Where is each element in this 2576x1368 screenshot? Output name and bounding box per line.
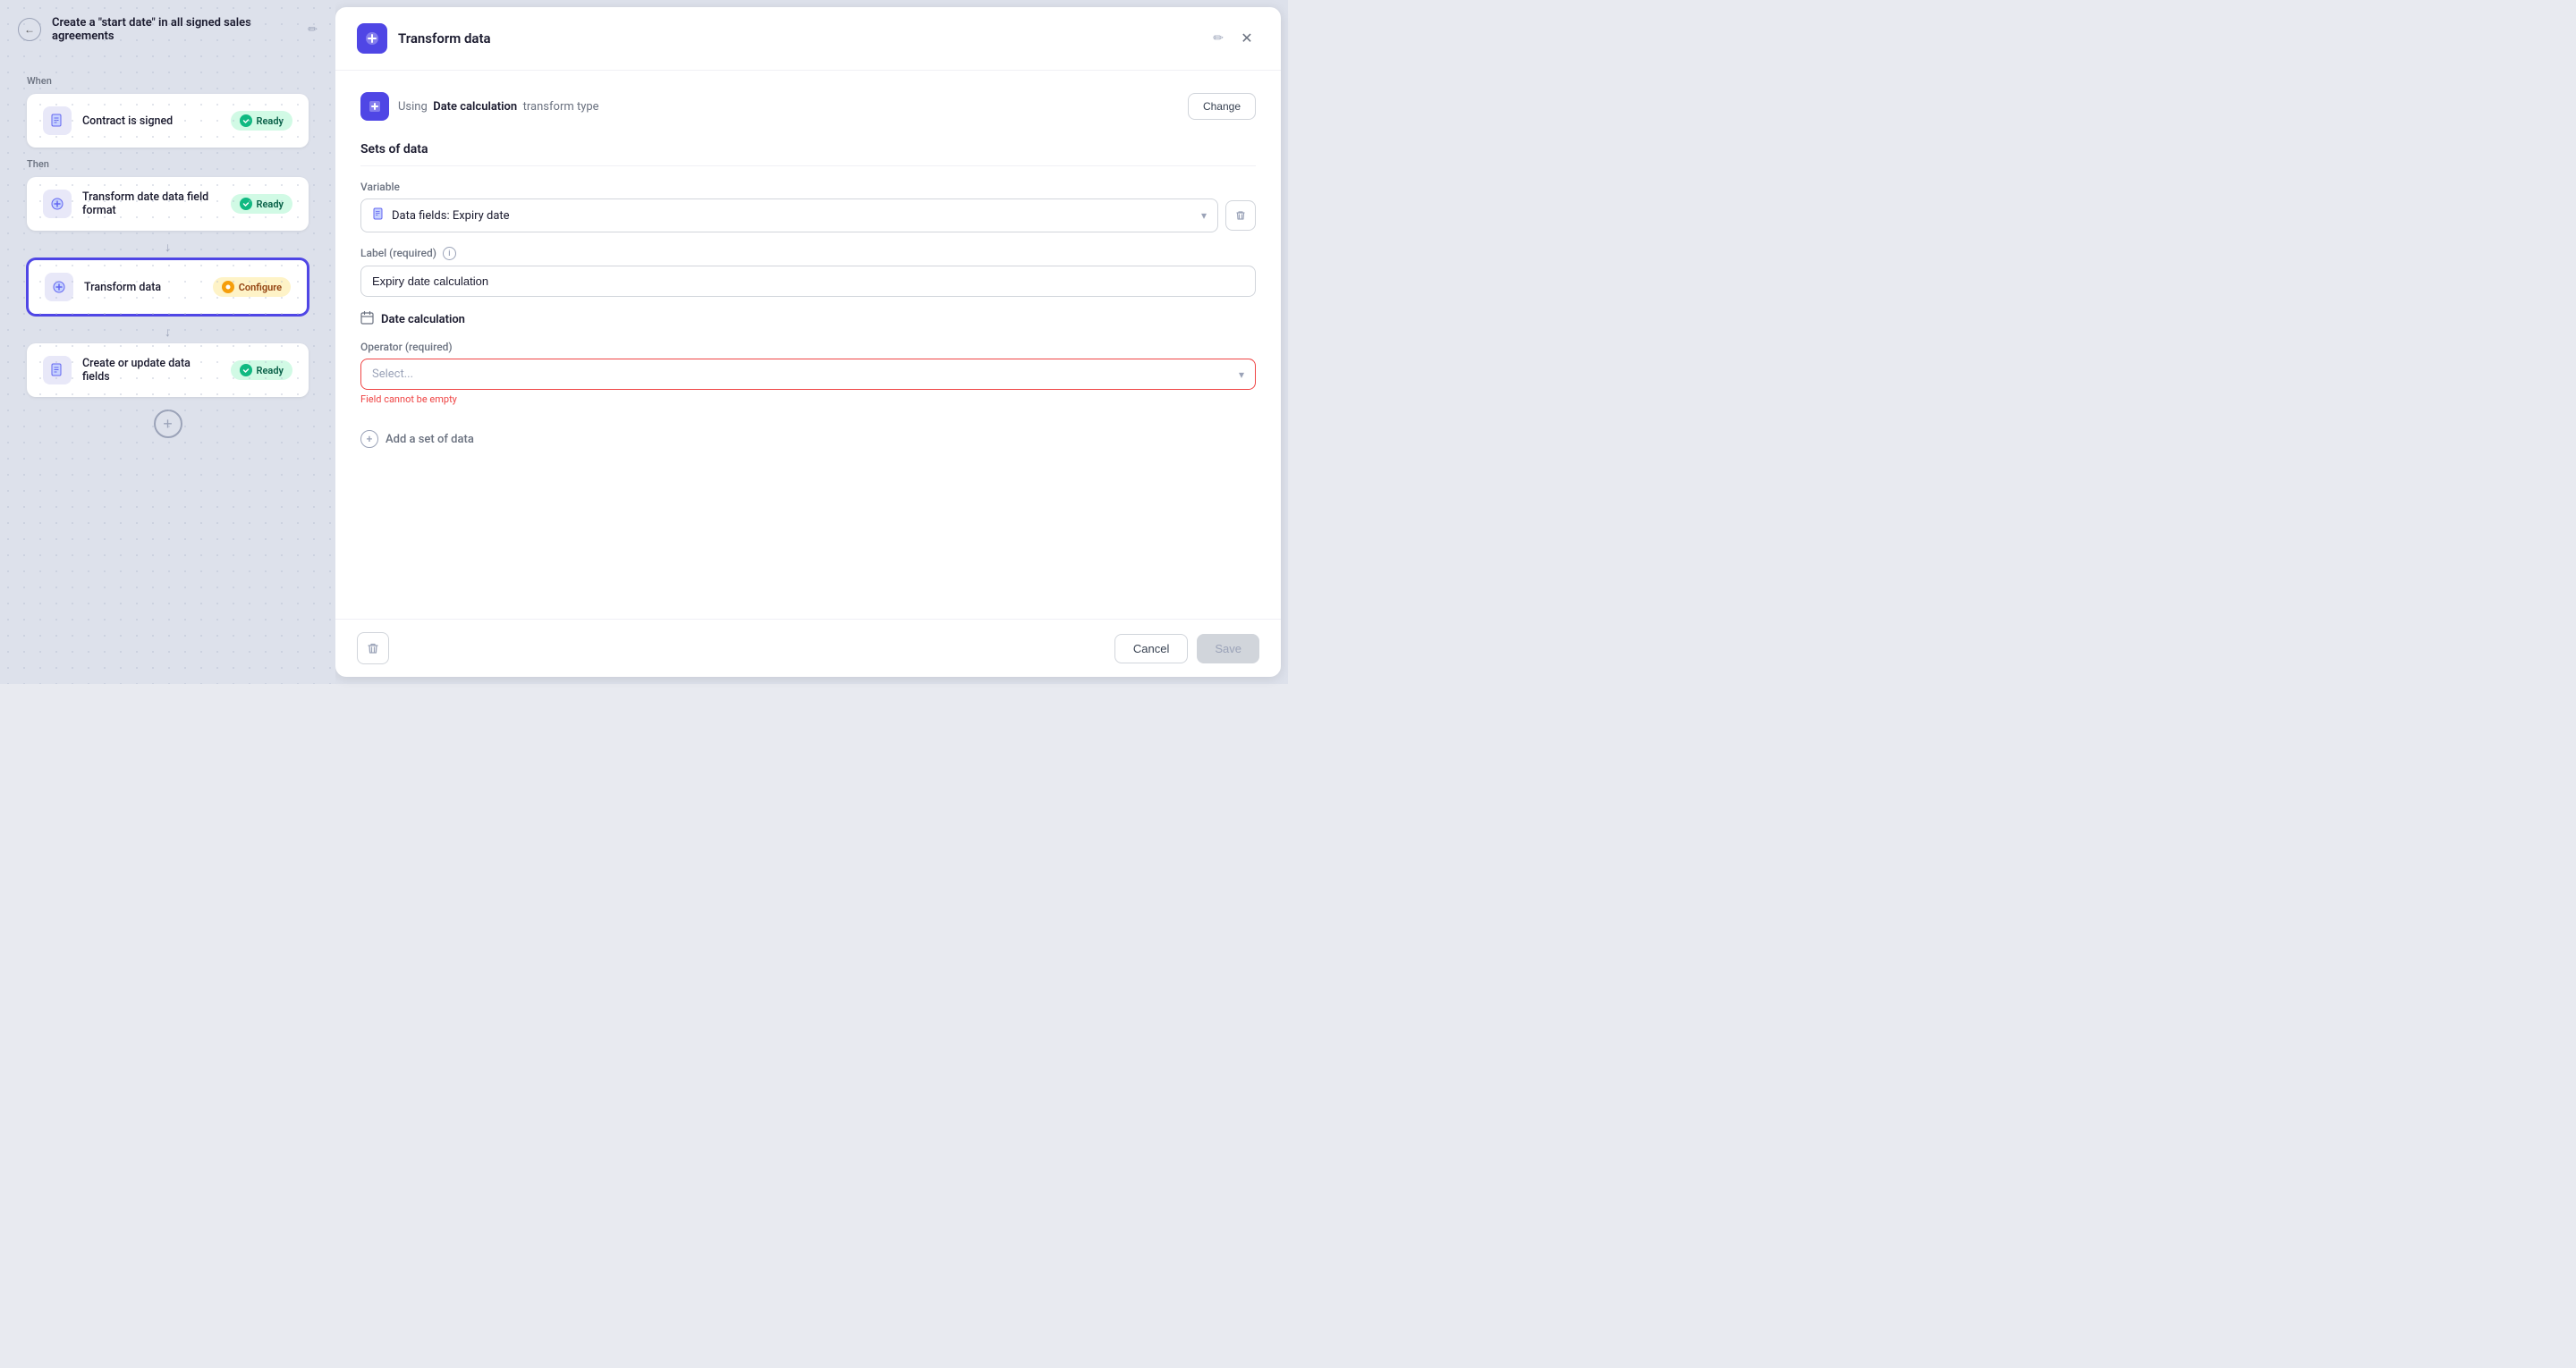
variable-delete-button[interactable] (1225, 200, 1256, 231)
right-footer: Cancel Save (335, 619, 1281, 677)
right-body: Using Date calculation transform type Ch… (335, 71, 1281, 619)
label-field-group: Label (required) i (360, 247, 1256, 297)
save-button: Save (1197, 634, 1259, 663)
change-button[interactable]: Change (1188, 93, 1256, 120)
right-panel-title: Transform data (398, 30, 1202, 46)
operator-label: Operator (required) (360, 341, 1256, 353)
when-label: When (27, 75, 309, 87)
doc-icon (372, 207, 385, 224)
footer-delete-button[interactable] (357, 632, 389, 664)
add-set-icon: + (360, 430, 378, 448)
add-step-button[interactable]: + (154, 410, 182, 438)
info-icon: i (443, 247, 456, 260)
right-header: Transform data ✏ ✕ (335, 7, 1281, 71)
step-transform-date[interactable]: Transform date data field format Ready (27, 177, 309, 231)
step-label: Create or update data fields (82, 357, 220, 384)
step-create-update[interactable]: Create or update data fields Ready (27, 343, 309, 397)
status-dot-green (240, 198, 252, 210)
footer-actions: Cancel Save (1114, 634, 1259, 663)
step-icon-star-active (45, 273, 73, 301)
left-panel: ← Create a "start date" in all signed sa… (0, 0, 335, 684)
connector-arrow-2: ↓ (27, 321, 309, 343)
transform-type-text: Using Date calculation transform type (398, 100, 599, 114)
status-badge-ready-3: Ready (231, 360, 292, 380)
step-label: Transform date data field format (82, 190, 220, 217)
right-edit-icon[interactable]: ✏ (1213, 31, 1224, 46)
step-label: Transform data (84, 281, 202, 294)
chevron-icon: ▾ (1201, 209, 1207, 222)
transform-type-info: Using Date calculation transform type (360, 92, 599, 121)
calendar-icon (360, 311, 374, 328)
page-title: Create a "start date" in all signed sale… (52, 16, 297, 43)
add-set-label: Add a set of data (386, 433, 474, 446)
transform-header-icon (357, 23, 387, 54)
status-badge-ready: Ready (231, 194, 292, 214)
variable-label: Variable (360, 181, 1256, 193)
sets-of-data-title: Sets of data (360, 142, 1256, 166)
step-icon-star (43, 190, 72, 218)
step-contract-signed[interactable]: Contract is signed Ready (27, 94, 309, 148)
then-label: Then (27, 158, 309, 170)
transform-type-row: Using Date calculation transform type Ch… (360, 92, 1256, 121)
operator-placeholder: Select... (372, 367, 1239, 381)
label-required-text: Label (required) i (360, 247, 1256, 260)
date-calc-label: Date calculation (381, 313, 465, 326)
add-data-set[interactable]: + Add a set of data (360, 419, 1256, 459)
status-badge-ready: Ready (231, 111, 292, 131)
variable-select[interactable]: Data fields: Expiry date ▾ (360, 198, 1218, 232)
date-calc-header: Date calculation (360, 311, 1256, 328)
step-transform-data[interactable]: Transform data Configure (27, 258, 309, 316)
back-button[interactable]: ← (18, 18, 41, 41)
variable-field-group: Variable Data fields: Expiry date (360, 181, 1256, 232)
left-content: When Contract is signed Ready (0, 59, 335, 684)
step-label: Contract is signed (82, 114, 220, 128)
transform-type-icon (360, 92, 389, 121)
header-edit-icon[interactable]: ✏ (308, 23, 318, 37)
status-dot-green (240, 114, 252, 127)
right-panel: Transform data ✏ ✕ Using (335, 7, 1281, 677)
step-icon-doc-2 (43, 356, 72, 384)
status-dot-yellow (222, 281, 234, 293)
chevron-icon-operator: ▾ (1239, 368, 1244, 381)
variable-row: Data fields: Expiry date ▾ (360, 198, 1256, 232)
status-badge-configure: Configure (213, 277, 291, 297)
close-button[interactable]: ✕ (1234, 26, 1259, 51)
operator-field-group: Operator (required) Select... ▾ Field ca… (360, 341, 1256, 405)
connector-arrow: ↓ (27, 236, 309, 258)
cancel-button[interactable]: Cancel (1114, 634, 1188, 663)
operator-select[interactable]: Select... ▾ (360, 359, 1256, 390)
status-dot-green-3 (240, 364, 252, 376)
left-header: ← Create a "start date" in all signed sa… (0, 0, 335, 59)
label-input[interactable] (360, 266, 1256, 297)
operator-error: Field cannot be empty (360, 393, 1256, 405)
step-icon-doc (43, 106, 72, 135)
variable-value: Data fields: Expiry date (392, 209, 1201, 223)
